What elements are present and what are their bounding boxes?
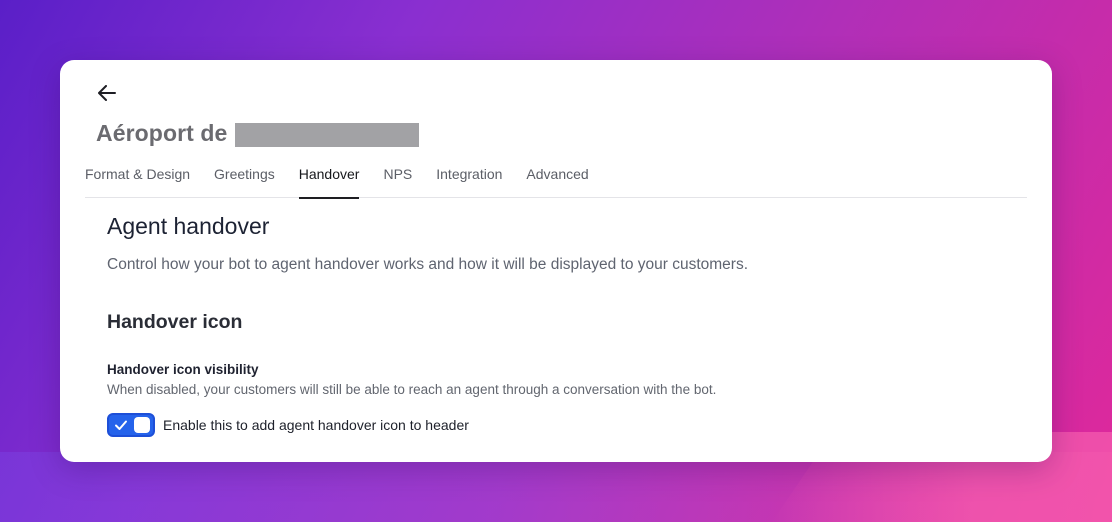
page-title: Aéroport de [96,119,228,146]
toggle-knob [134,417,150,433]
tab-advanced[interactable]: Advanced [526,163,588,198]
tab-bar: Format & Design Greetings Handover NPS I… [85,163,1027,199]
section-description: Control how your bot to agent handover w… [107,256,749,273]
tab-format-design[interactable]: Format & Design [85,163,190,198]
tab-handover[interactable]: Handover [298,163,359,199]
toggle-row: Enable this to add agent handover icon t… [107,413,469,437]
tab-integration[interactable]: Integration [436,163,502,198]
field-label: Handover icon visibility [107,362,259,377]
arrow-left-icon [98,85,116,101]
page-title-row: Aéroport de [96,118,420,148]
check-icon [115,420,127,430]
subsection-title: Handover icon [107,311,243,333]
tab-greetings[interactable]: Greetings [214,163,275,198]
handover-icon-toggle[interactable] [107,413,155,437]
section-title: Agent handover [107,213,270,239]
back-button[interactable] [96,82,118,104]
tab-nps[interactable]: NPS [383,163,412,198]
settings-card: Aéroport de Format & Design Greetings Ha… [60,60,1052,462]
toggle-label: Enable this to add agent handover icon t… [163,417,469,433]
field-help-text: When disabled, your customers will still… [107,382,717,397]
redacted-text-block [235,123,420,147]
